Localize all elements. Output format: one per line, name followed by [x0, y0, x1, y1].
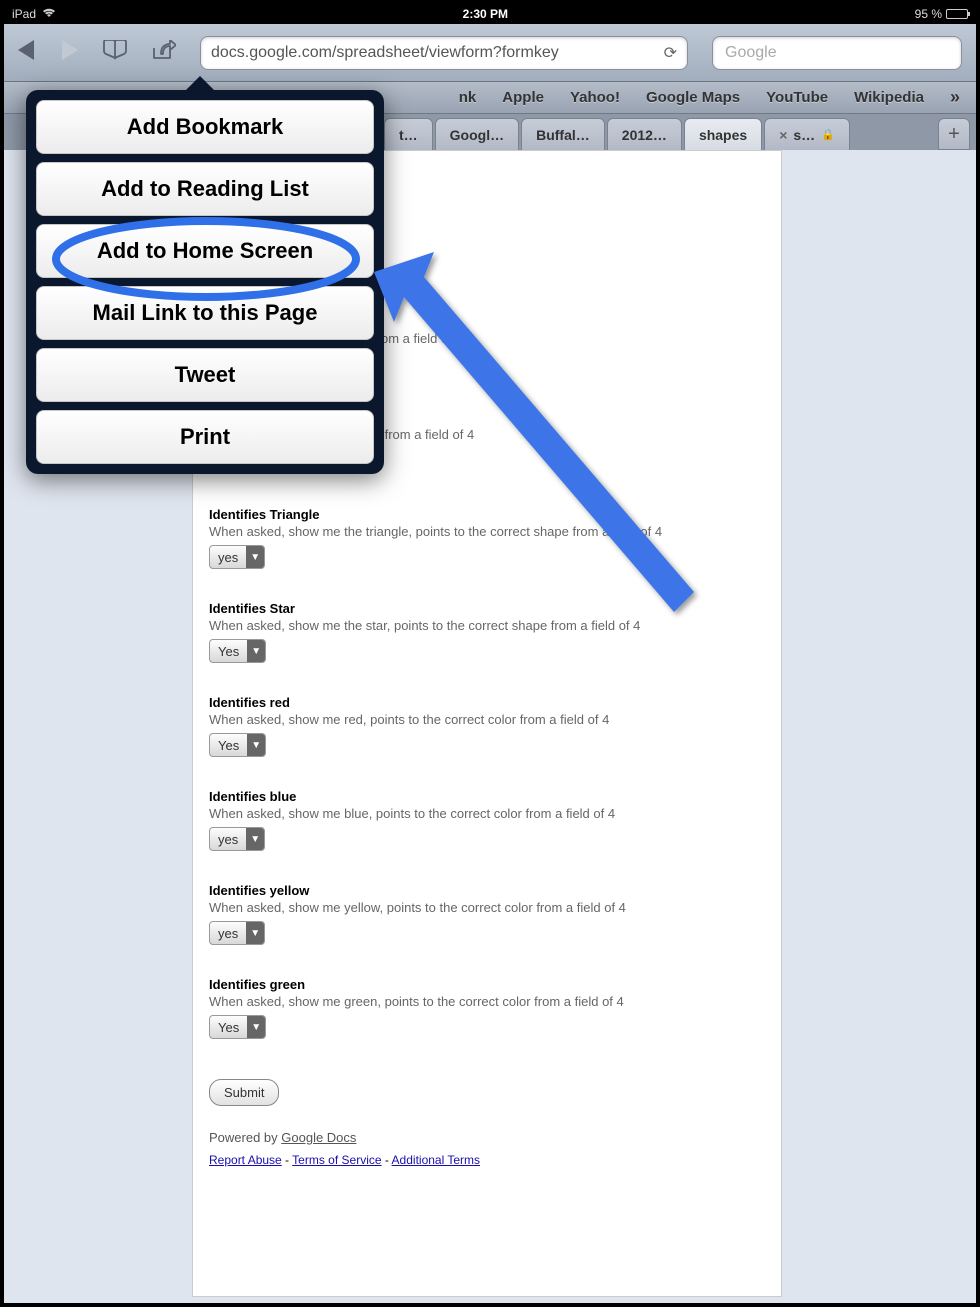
- select-field[interactable]: yes▼: [209, 545, 265, 569]
- forward-button[interactable]: [60, 40, 78, 66]
- mail-link-button[interactable]: Mail Link to this Page: [36, 286, 374, 340]
- new-tab-button[interactable]: +: [938, 118, 970, 150]
- submit-button[interactable]: Submit: [209, 1079, 279, 1106]
- bookmark-item[interactable]: Google Maps: [646, 89, 740, 106]
- battery-percent: 95 %: [915, 7, 942, 21]
- back-button[interactable]: [18, 40, 36, 66]
- select-field[interactable]: Yes▼: [209, 639, 266, 663]
- bookmark-item[interactable]: Wikipedia: [854, 89, 924, 106]
- bookmark-item[interactable]: nk: [459, 89, 477, 106]
- field-desc: When asked, show me the star, points to …: [209, 618, 765, 633]
- select-value: yes: [210, 926, 246, 941]
- additional-terms-link[interactable]: Additional Terms: [392, 1153, 481, 1167]
- chevron-down-icon: ▼: [246, 546, 264, 568]
- close-tab-icon[interactable]: ×: [779, 127, 787, 143]
- select-value: Yes: [210, 644, 247, 659]
- bookmark-item[interactable]: Yahoo!: [570, 89, 620, 106]
- tos-link[interactable]: Terms of Service: [292, 1153, 381, 1167]
- clock: 2:30 PM: [56, 7, 915, 21]
- browser-toolbar: docs.google.com/spreadsheet/viewform?for…: [4, 24, 976, 82]
- select-field[interactable]: yes▼: [209, 827, 265, 851]
- battery-icon: [946, 9, 968, 19]
- search-placeholder: Google: [725, 44, 777, 62]
- tab[interactable]: t…: [384, 118, 433, 150]
- legal-links: Report Abuse - Terms of Service - Additi…: [209, 1153, 765, 1167]
- field-desc: When asked, show me blue, points to the …: [209, 806, 765, 821]
- field-desc: When asked, show me yellow, points to th…: [209, 900, 765, 915]
- status-bar: iPad 2:30 PM 95 %: [4, 4, 976, 24]
- url-text: docs.google.com/spreadsheet/viewform?for…: [211, 44, 559, 62]
- tab[interactable]: Buffal…: [521, 118, 605, 150]
- powered-by: Powered by Google Docs: [209, 1130, 765, 1145]
- share-icon[interactable]: [152, 40, 176, 66]
- field-label: Identifies red: [209, 695, 765, 710]
- bookmarks-icon[interactable]: [102, 40, 128, 66]
- tweet-button[interactable]: Tweet: [36, 348, 374, 402]
- tab[interactable]: 2012…: [607, 118, 682, 150]
- google-docs-link[interactable]: Google Docs: [281, 1130, 356, 1145]
- tab[interactable]: Googl…: [435, 118, 519, 150]
- field-desc: When asked, show me red, points to the c…: [209, 712, 765, 727]
- select-value: yes: [210, 550, 246, 565]
- select-field[interactable]: Yes▼: [209, 1015, 266, 1039]
- chevron-down-icon: ▼: [246, 922, 264, 944]
- lock-icon: 🔒: [821, 128, 835, 141]
- wifi-icon: [42, 7, 56, 21]
- tab-active[interactable]: shapes: [684, 118, 762, 150]
- select-field[interactable]: Yes▼: [209, 733, 266, 757]
- url-bar[interactable]: docs.google.com/spreadsheet/viewform?for…: [200, 36, 688, 70]
- field-label: Identifies Star: [209, 601, 765, 616]
- select-value: Yes: [210, 738, 247, 753]
- bookmark-item[interactable]: Apple: [502, 89, 544, 106]
- field-label: Identifies green: [209, 977, 765, 992]
- add-bookmark-button[interactable]: Add Bookmark: [36, 100, 374, 154]
- field-label: Identifies yellow: [209, 883, 765, 898]
- add-reading-list-button[interactable]: Add to Reading List: [36, 162, 374, 216]
- select-value: Yes: [210, 1020, 247, 1035]
- chevron-down-icon: ▼: [247, 640, 265, 662]
- chevron-down-icon: ▼: [246, 828, 264, 850]
- field-label: Identifies blue: [209, 789, 765, 804]
- add-home-screen-button[interactable]: Add to Home Screen: [36, 224, 374, 278]
- field-desc: When asked, show me the triangle, points…: [209, 524, 765, 539]
- bookmark-more-icon[interactable]: »: [950, 87, 960, 108]
- bookmark-item[interactable]: YouTube: [766, 89, 828, 106]
- chevron-down-icon: ▼: [247, 734, 265, 756]
- chevron-down-icon: ▼: [247, 1016, 265, 1038]
- share-popover: Add Bookmark Add to Reading List Add to …: [26, 90, 384, 474]
- report-abuse-link[interactable]: Report Abuse: [209, 1153, 282, 1167]
- print-button[interactable]: Print: [36, 410, 374, 464]
- field-label: Identifies Triangle: [209, 507, 765, 522]
- device-label: iPad: [12, 7, 36, 21]
- select-field[interactable]: yes▼: [209, 921, 265, 945]
- search-bar[interactable]: Google: [712, 36, 962, 70]
- field-desc: When asked, show me green, points to the…: [209, 994, 765, 1009]
- select-value: yes: [210, 832, 246, 847]
- reload-icon[interactable]: ⟳: [664, 43, 677, 63]
- tab[interactable]: × s… 🔒: [764, 118, 850, 150]
